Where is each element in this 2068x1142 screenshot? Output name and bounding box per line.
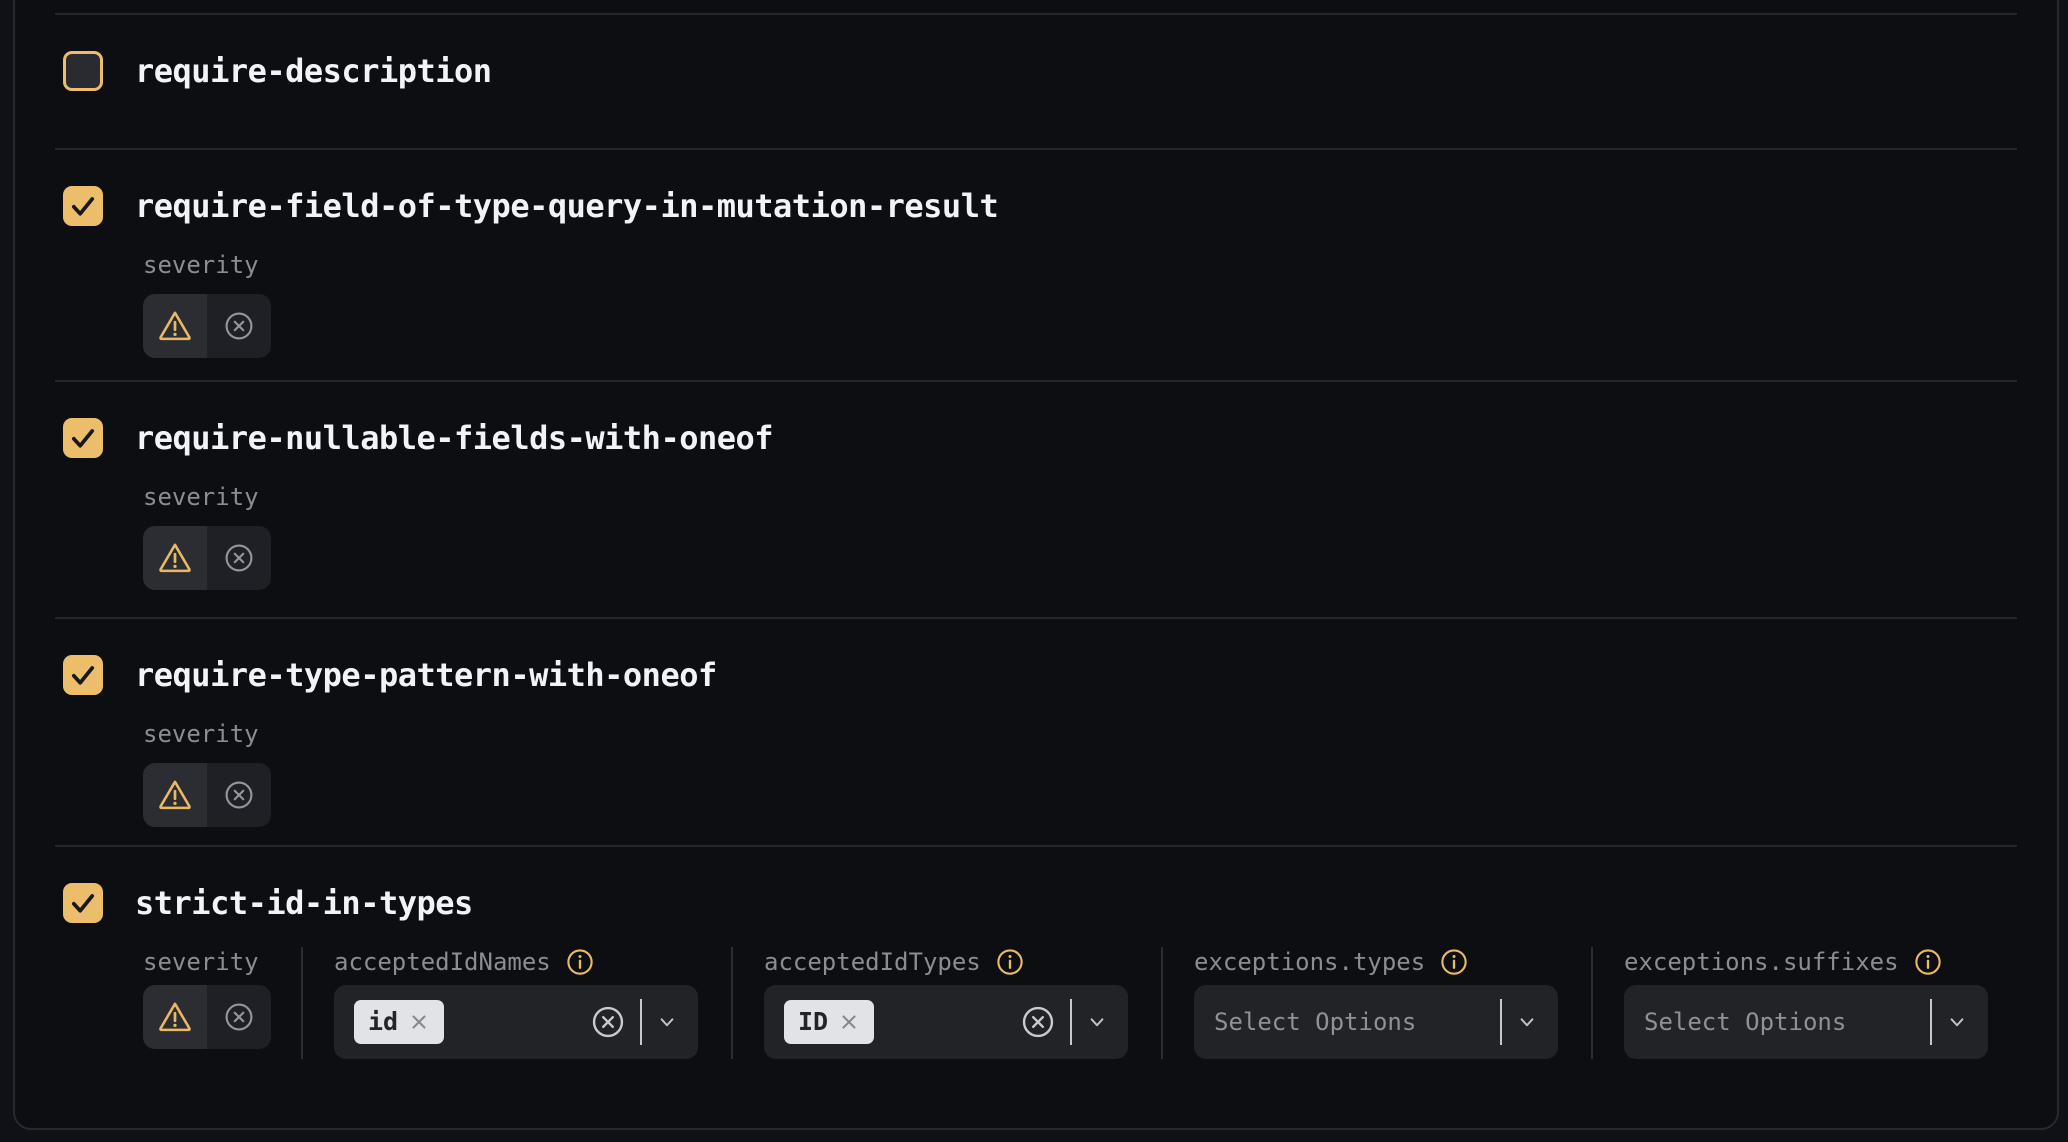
chevron-down-icon[interactable] (1084, 1009, 1110, 1035)
rule-row-require-nullable-fields-with-oneof: require-nullable-fields-with-oneof sever… (55, 380, 2017, 617)
chevron-down-icon[interactable] (654, 1009, 680, 1035)
exceptions-types-select[interactable]: Select Options (1194, 985, 1558, 1059)
rule-row-require-description: require-description (55, 13, 2017, 148)
rule-checkbox-checked[interactable] (63, 186, 103, 226)
severity-label: severity (143, 719, 2017, 749)
selected-chip: id (354, 1000, 444, 1044)
select-separator (1070, 999, 1072, 1045)
severity-off-button[interactable] (207, 763, 271, 827)
exceptions-types-label: exceptions.types (1194, 947, 1425, 977)
severity-column: severity (143, 947, 301, 1059)
select-separator (1930, 999, 1932, 1045)
lint-rules-panel: require-description require-field-of-typ… (13, 0, 2059, 1130)
rule-checkbox-checked[interactable] (63, 418, 103, 458)
chip-label: id (368, 1000, 398, 1044)
severity-warn-button[interactable] (143, 985, 207, 1049)
exceptions-suffixes-column: exceptions.suffixes Select Options (1591, 947, 2021, 1059)
rule-title: strict-id-in-types (135, 883, 473, 923)
check-icon (66, 658, 100, 692)
cancel-circle-icon (223, 1001, 255, 1033)
rule-row-strict-id-in-types: strict-id-in-types severity (55, 845, 2017, 1128)
cancel-circle-icon (223, 779, 255, 811)
exceptions-suffixes-select[interactable]: Select Options (1624, 985, 1988, 1059)
info-icon[interactable] (565, 947, 595, 977)
info-icon[interactable] (1439, 947, 1469, 977)
accepted-id-names-select[interactable]: id (334, 985, 698, 1059)
check-icon (66, 189, 100, 223)
severity-toggle (143, 526, 271, 590)
severity-label: severity (143, 947, 301, 977)
select-separator (1500, 999, 1502, 1045)
check-icon (66, 886, 100, 920)
accepted-id-types-select[interactable]: ID (764, 985, 1128, 1059)
select-separator (640, 999, 642, 1045)
severity-toggle (143, 985, 271, 1049)
warning-triangle-icon (157, 540, 193, 576)
chip-label: ID (798, 1000, 828, 1044)
exceptions-types-column: exceptions.types Select Options (1161, 947, 1591, 1059)
exceptions-suffixes-label: exceptions.suffixes (1624, 947, 1899, 977)
warning-triangle-icon (157, 777, 193, 813)
remove-chip-icon[interactable] (838, 1011, 860, 1033)
accepted-id-types-label: acceptedIdTypes (764, 947, 981, 977)
rule-title: require-description (135, 51, 492, 91)
accepted-id-names-label: acceptedIdNames (334, 947, 551, 977)
rule-row-require-field-of-type-query-in-mutation-result: require-field-of-type-query-in-mutation-… (55, 148, 2017, 380)
rule-title: require-field-of-type-query-in-mutation-… (135, 186, 998, 226)
severity-label: severity (143, 482, 2017, 512)
clear-selection-icon[interactable] (590, 1004, 626, 1040)
severity-warn-button[interactable] (143, 294, 207, 358)
warning-triangle-icon (157, 308, 193, 344)
severity-warn-button[interactable] (143, 763, 207, 827)
rule-checkbox-unchecked[interactable] (63, 51, 103, 91)
info-icon[interactable] (1913, 947, 1943, 977)
severity-label: severity (143, 250, 2017, 280)
select-placeholder: Select Options (1214, 1008, 1416, 1036)
severity-toggle (143, 294, 271, 358)
clear-selection-icon[interactable] (1020, 1004, 1056, 1040)
accepted-id-types-column: acceptedIdTypes ID (731, 947, 1161, 1059)
check-icon (66, 421, 100, 455)
rule-row-require-type-pattern-with-oneof: require-type-pattern-with-oneof severity (55, 617, 2017, 845)
rule-checkbox-checked[interactable] (63, 655, 103, 695)
severity-warn-button[interactable] (143, 526, 207, 590)
info-icon[interactable] (995, 947, 1025, 977)
rule-title: require-type-pattern-with-oneof (135, 655, 717, 695)
severity-off-button[interactable] (207, 294, 271, 358)
cancel-circle-icon (223, 542, 255, 574)
severity-off-button[interactable] (207, 526, 271, 590)
chevron-down-icon[interactable] (1514, 1009, 1540, 1035)
cancel-circle-icon (223, 310, 255, 342)
warning-triangle-icon (157, 999, 193, 1035)
select-placeholder: Select Options (1644, 1008, 1846, 1036)
accepted-id-names-column: acceptedIdNames id (301, 947, 731, 1059)
severity-toggle (143, 763, 271, 827)
chevron-down-icon[interactable] (1944, 1009, 1970, 1035)
rule-checkbox-checked[interactable] (63, 883, 103, 923)
remove-chip-icon[interactable] (408, 1011, 430, 1033)
rule-title: require-nullable-fields-with-oneof (135, 418, 773, 458)
selected-chip: ID (784, 1000, 874, 1044)
severity-off-button[interactable] (207, 985, 271, 1049)
